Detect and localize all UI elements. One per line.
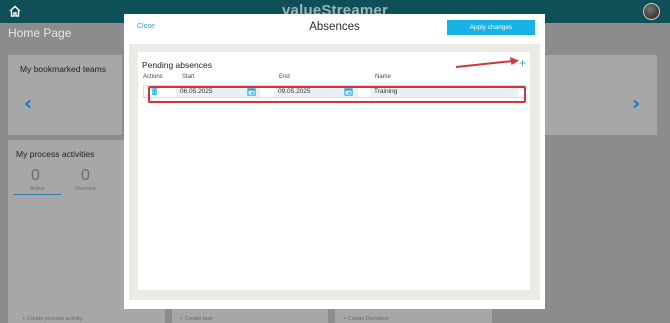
absences-modal: Close Absences Apply changes Pending abs… xyxy=(124,14,545,309)
process-activities-title: My process activities xyxy=(16,149,95,159)
column-header-end: End xyxy=(279,74,290,80)
add-absence-button[interactable]: + xyxy=(519,57,526,69)
home-icon[interactable] xyxy=(8,4,22,18)
name-field[interactable]: Training xyxy=(370,87,518,97)
pending-absences-title: Pending absences xyxy=(142,60,212,70)
create-deviation-link[interactable]: + Create Deviation xyxy=(343,316,389,322)
pending-absences-panel: Pending absences + Actions Start End Nam… xyxy=(138,52,530,290)
modal-content: Pending absences + Actions Start End Nam… xyxy=(129,44,540,300)
active-count: 0 xyxy=(31,167,40,184)
trash-icon[interactable] xyxy=(150,87,159,96)
calendar-icon[interactable] xyxy=(344,87,353,96)
bookmarked-teams-card-right: › xyxy=(545,55,657,135)
user-avatar[interactable] xyxy=(643,3,660,20)
page-title: Home Page xyxy=(8,26,72,40)
apply-changes-button[interactable]: Apply changes xyxy=(447,20,535,35)
create-process-activity-link[interactable]: + Create process activity xyxy=(22,316,82,322)
column-header-actions: Actions xyxy=(143,74,163,80)
active-label[interactable]: Active xyxy=(30,186,45,192)
column-header-name: Name xyxy=(375,74,392,80)
overdue-count: 0 xyxy=(81,167,90,184)
calendar-icon[interactable] xyxy=(247,87,256,96)
create-task-link[interactable]: + Create task xyxy=(180,316,213,322)
active-tab-underline xyxy=(13,194,61,195)
chevron-left-icon[interactable]: ‹ xyxy=(24,91,32,115)
column-header-start: Start xyxy=(182,74,195,80)
absence-row: 06.05.2025 09.05.2025 Training xyxy=(143,85,526,98)
overdue-label[interactable]: Overdue xyxy=(75,186,96,192)
chevron-right-icon[interactable]: › xyxy=(632,91,640,115)
bookmarked-teams-card: My bookmarked teams ‹ xyxy=(8,55,122,135)
bookmarked-teams-title: My bookmarked teams xyxy=(20,64,106,74)
